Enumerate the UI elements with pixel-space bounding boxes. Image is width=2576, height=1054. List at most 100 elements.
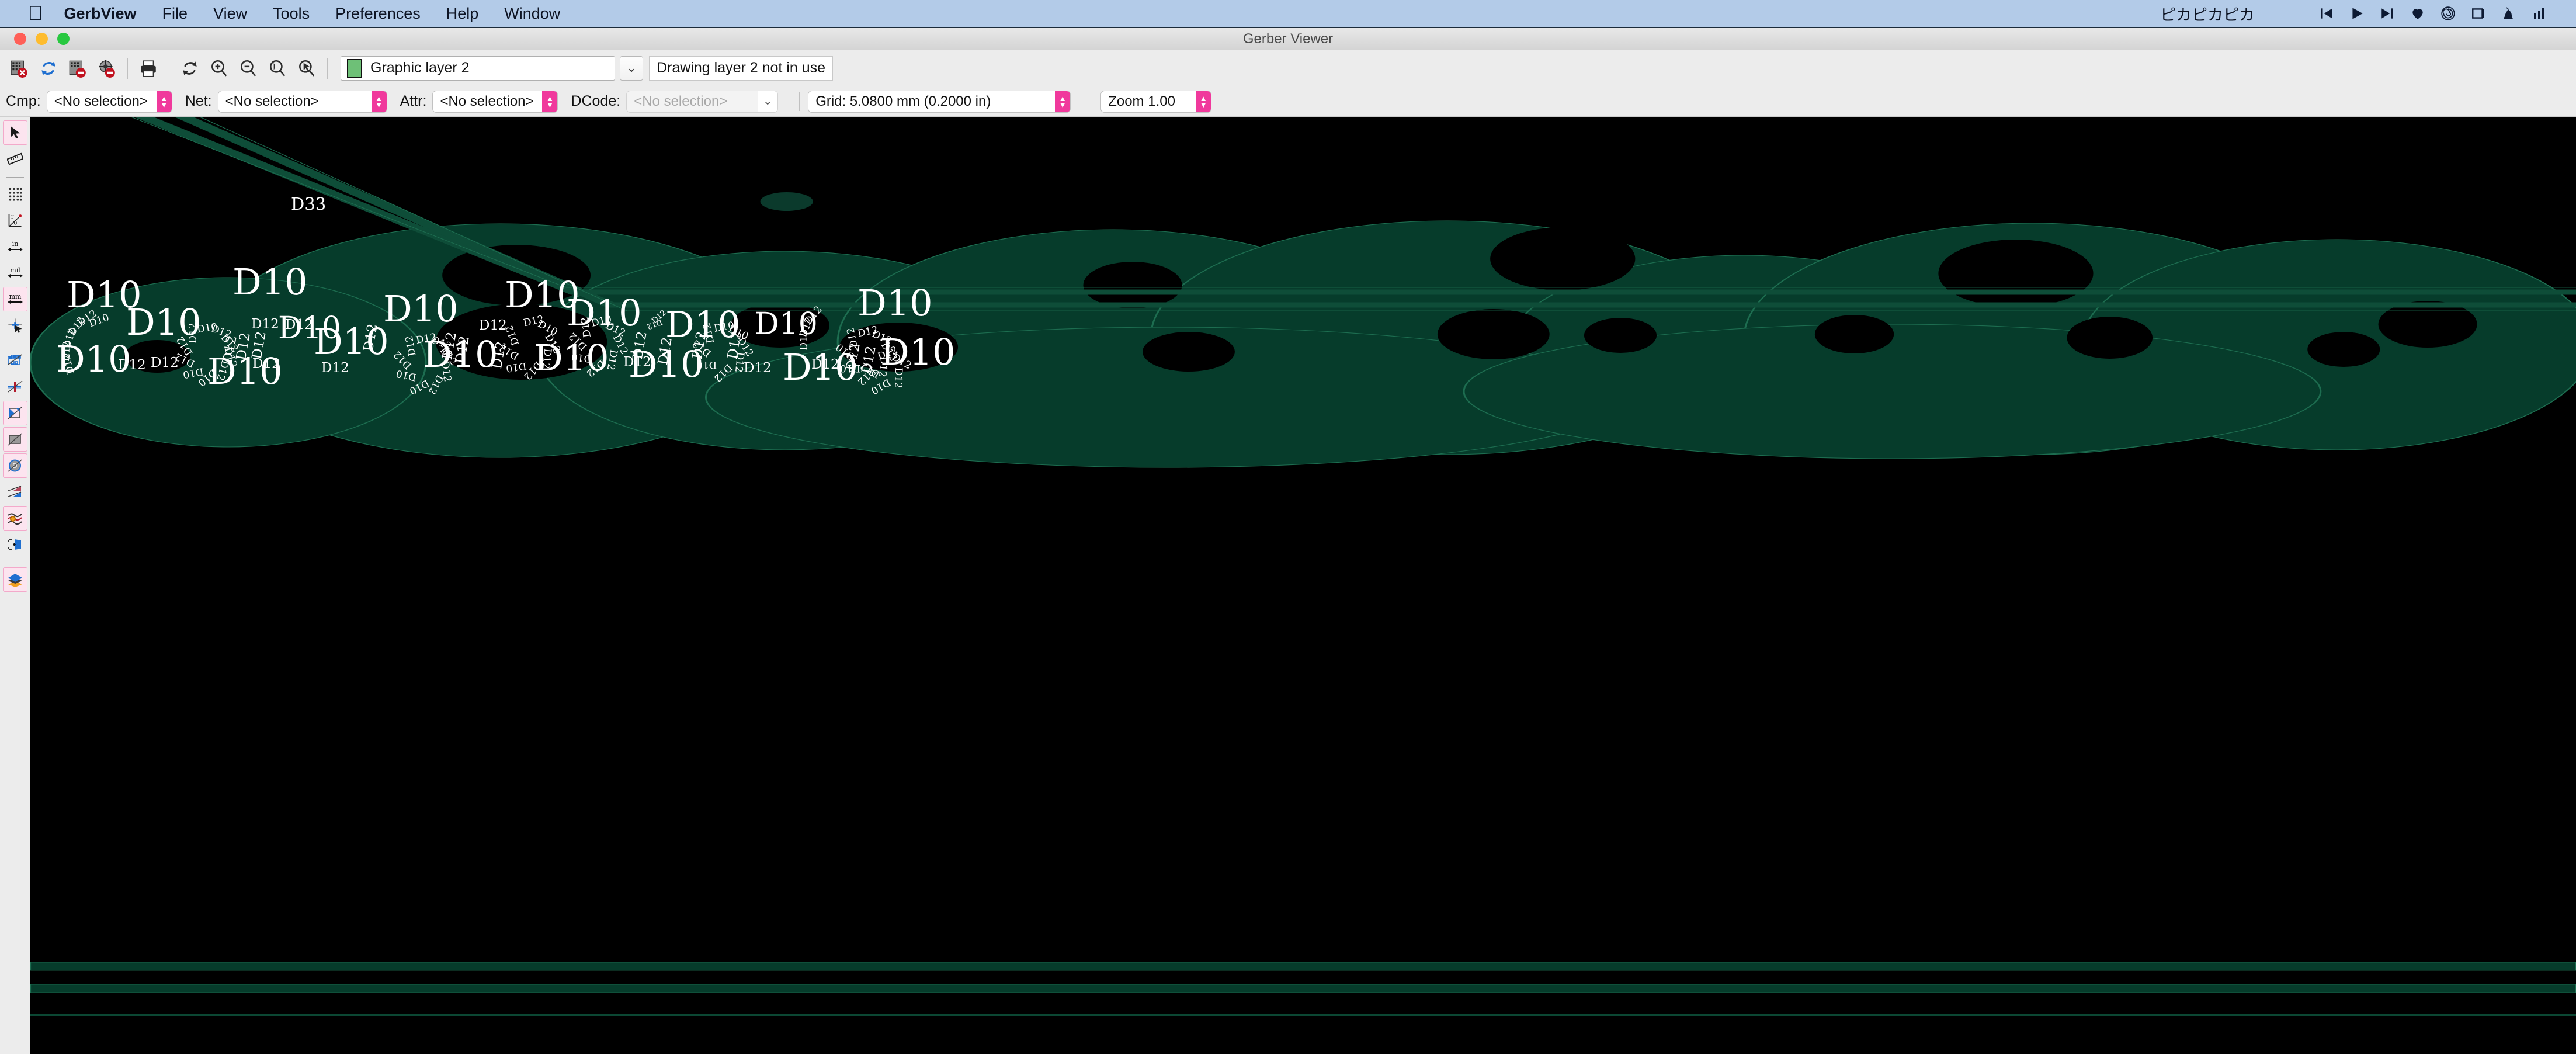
layers-manager-button[interactable]: [2, 567, 27, 592]
refresh-button[interactable]: [175, 54, 204, 83]
heart-icon[interactable]: [2410, 6, 2425, 21]
dcode-swirl-cluster: D12 D10 D12 D12 D12 D10 D12 D12: [497, 313, 563, 382]
zoom-select-button[interactable]: [292, 54, 321, 83]
polar-coords-button[interactable]: r θ: [3, 208, 27, 233]
bars-icon[interactable]: [2533, 6, 2546, 21]
units-mm-button[interactable]: mm: [2, 287, 27, 311]
zoom-fit-button[interactable]: [263, 54, 292, 83]
zoom-stepper[interactable]: ▲ ▼: [1196, 91, 1211, 112]
macos-menu-bar:  GerbView File View Tools Preferences H…: [0, 0, 2576, 28]
net-select-value: <No selection>: [225, 93, 319, 109]
svg-text:θ: θ: [13, 220, 17, 227]
attr-select[interactable]: <No selection> ▲ ▼: [432, 90, 558, 113]
grid-select-value: Grid: 5.0800 mm (0.2000 in): [815, 93, 991, 109]
show-polygons-sketch-button[interactable]: [2, 401, 27, 425]
gerber-canvas[interactable]: D33 D10 D10 D10 D10 D10 D10 D10 D10 D10 …: [30, 117, 2576, 1054]
show-dcodes-button[interactable]: D: [2, 453, 27, 478]
toolbar2-separator-1: [799, 92, 800, 111]
dcode-swirl-cluster: D12 D12 D12 D10 D12: [858, 344, 914, 397]
zoom-select[interactable]: Zoom 1.00 ▲ ▼: [1100, 90, 1212, 113]
layer-select[interactable]: Graphic layer 2: [341, 56, 615, 81]
dcode-swirl-cluster: D10 D10 D12 D12 D12 D10 D12 D12: [690, 320, 756, 384]
menu-item-preferences[interactable]: Preferences: [335, 5, 421, 23]
net-select[interactable]: <No selection> ▲ ▼: [217, 90, 387, 113]
skip-previous-icon[interactable]: [2319, 6, 2334, 21]
highlight-layer-button[interactable]: [2, 506, 27, 531]
gerbview-window: Gerber Viewer Graphic layer 2 ⌄ Drawing …: [0, 28, 2576, 1054]
window-title: Gerber Viewer: [1242, 30, 1334, 47]
dcode-swirl-cluster: D12 D12 D12: [797, 304, 825, 351]
window-titlebar: Gerber Viewer: [0, 28, 2576, 50]
show-lines-sketch-button[interactable]: [3, 375, 27, 399]
net-stepper[interactable]: ▲ ▼: [371, 91, 387, 112]
cursor-tool[interactable]: [2, 120, 27, 145]
dcode-swirl-cluster: D12 D12: [645, 308, 668, 331]
menu-item-view[interactable]: View: [213, 5, 247, 23]
flip-board-button[interactable]: [3, 532, 27, 557]
cat-icon[interactable]: [2501, 6, 2518, 21]
skip-next-icon[interactable]: [2380, 6, 2395, 21]
dcode-chevron-down-icon[interactable]: ⌄: [758, 91, 778, 112]
zoom-select-value: Zoom 1.00: [1108, 93, 1175, 109]
gerber-drawing: [30, 117, 2576, 1016]
dcode-select[interactable]: <No selection> ⌄: [626, 90, 779, 113]
grid-stepper[interactable]: ▲ ▼: [1055, 91, 1071, 112]
selection-toolbar: Cmp: <No selection> ▲ ▼ Net: <No selectio…: [0, 86, 2576, 117]
menu-item-window[interactable]: Window: [504, 5, 560, 23]
toolbar-separator-3: [327, 57, 328, 79]
toggle-grid-button[interactable]: [3, 182, 27, 206]
zoom-out-button[interactable]: [234, 54, 263, 83]
svg-text:mm: mm: [9, 293, 21, 300]
cmp-select-value: <No selection>: [54, 93, 148, 109]
attr-label: Attr:: [400, 93, 427, 109]
dcode-swirl-cluster: D10 D12 D12 D12 D12 D10 D12 D12: [567, 313, 630, 379]
reload-all-layers-button[interactable]: [34, 54, 63, 83]
net-label: Net:: [185, 93, 212, 109]
attr-stepper[interactable]: ▲ ▼: [542, 91, 558, 112]
main-toolbar: Graphic layer 2 ⌄ Drawing layer 2 not in…: [0, 50, 2576, 86]
chevron-down-icon[interactable]: ⌄: [620, 56, 643, 81]
dcode-swirl-cluster: D10 D12 D12 D12 D12 D10 D10 D12 D12 D12: [173, 321, 241, 389]
play-icon[interactable]: [2349, 6, 2365, 21]
diff-mode-button[interactable]: [3, 480, 27, 504]
menu-item-tools[interactable]: Tools: [273, 5, 310, 23]
svg-text:mil: mil: [10, 266, 20, 274]
clear-current-layer-button[interactable]: [63, 54, 92, 83]
layer-select-value: Graphic layer 2: [370, 60, 470, 76]
print-button[interactable]: [134, 54, 163, 83]
dcode-select-value: <No selection>: [634, 93, 728, 109]
apple-logo-icon[interactable]: : [28, 4, 43, 23]
menu-item-help[interactable]: Help: [446, 5, 479, 23]
cmp-label: Cmp:: [6, 93, 41, 109]
units-inches-button[interactable]: in: [3, 234, 27, 259]
clear-drill-layer-button[interactable]: [92, 54, 121, 83]
layer-color-swatch: [347, 58, 362, 78]
trace-bands-bottom: [30, 962, 2576, 1016]
show-pads-sketch-button[interactable]: [3, 348, 27, 373]
zoom-in-button[interactable]: [204, 54, 234, 83]
dcode-swirl-cluster: D12 D12 D12 D12 D12 D10: [60, 307, 111, 376]
units-mils-button[interactable]: mil: [3, 261, 27, 285]
negative-objects-button[interactable]: [2, 427, 27, 452]
toolbar-separator-1: [127, 57, 128, 79]
full-crosshair-button[interactable]: [3, 313, 27, 338]
dcode-swirl-cluster: D12 D12 D12 D12 D12 D10 D10 D12 D12: [391, 331, 460, 397]
menu-item-file[interactable]: File: [162, 5, 188, 23]
spiral-icon[interactable]: [2440, 6, 2456, 21]
svg-text:in: in: [12, 240, 18, 248]
left-toolbar: r θ in mil mm: [0, 117, 30, 1054]
menu-item-gerbview[interactable]: GerbView: [64, 5, 137, 23]
grid-select[interactable]: Grid: 5.0800 mm (0.2000 in) ▲ ▼: [808, 90, 1071, 113]
dcode-pad-d33: [760, 192, 813, 211]
svg-text:r: r: [11, 214, 14, 220]
separator-1: [6, 177, 24, 178]
cmp-select[interactable]: <No selection> ▲ ▼: [46, 90, 172, 113]
menu-bar-now-playing-text: ピカピカピカ: [2160, 6, 2255, 24]
display-icon[interactable]: [2471, 6, 2486, 21]
measure-tool[interactable]: [3, 147, 27, 171]
menu-bar-status-area: ピカピカピカ: [2160, 2, 2561, 25]
workspace: r θ in mil mm D33 D10 D10 D10 D10 D10 D1…: [0, 117, 2576, 1054]
cmp-stepper[interactable]: ▲ ▼: [156, 91, 172, 112]
clear-layers-button[interactable]: [5, 54, 34, 83]
layer-status-text: Drawing layer 2 not in use: [649, 56, 834, 81]
